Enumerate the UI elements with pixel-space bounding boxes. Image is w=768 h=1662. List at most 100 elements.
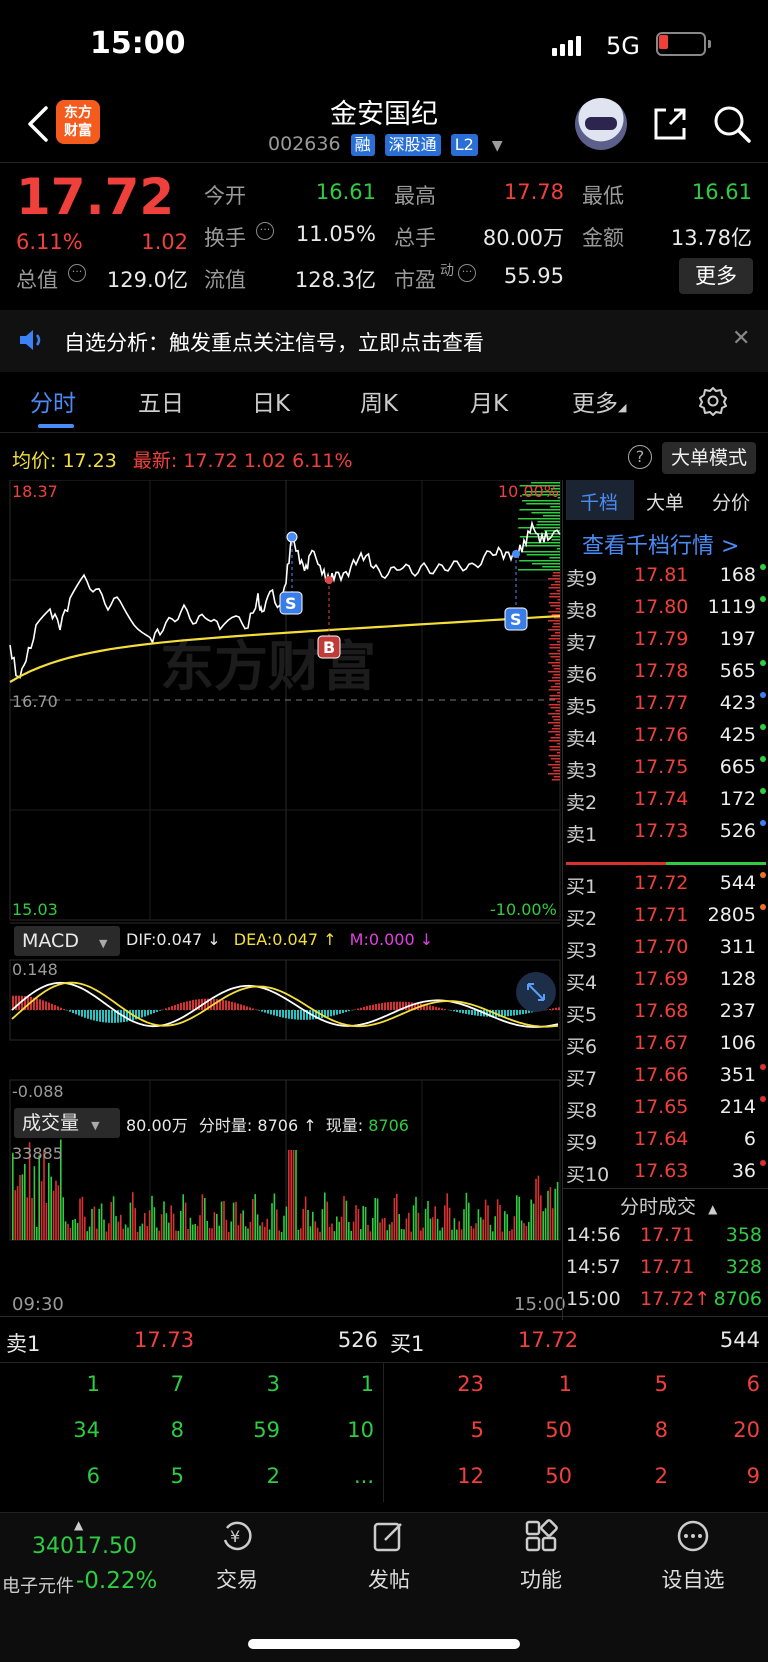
volume-bar: [276, 1209, 278, 1240]
info-icon[interactable]: ···: [68, 264, 86, 282]
ask-row[interactable]: 卖2 17.74 172: [566, 788, 768, 820]
bid-row[interactable]: 买6 17.67 106: [566, 1032, 768, 1064]
ask-row[interactable]: 卖3 17.75 665: [566, 756, 768, 788]
intraday-chart[interactable]: 东方财富 S B S: [0, 480, 566, 1320]
ask-label: 卖6: [566, 664, 598, 686]
macd-bar: [555, 1007, 557, 1010]
close-icon[interactable]: ✕: [732, 326, 750, 351]
depth-bar: [555, 683, 560, 685]
volume-bar: [364, 1207, 367, 1240]
more-button[interactable]: 更多: [679, 258, 753, 294]
ask-row[interactable]: 卖4 17.76 425: [566, 724, 768, 756]
bid-row[interactable]: 买9 17.64 6: [566, 1128, 768, 1160]
tab-monthly-k[interactable]: 月K: [470, 384, 508, 418]
bid-row[interactable]: 买5 17.68 237: [566, 1000, 768, 1032]
tab-daily-k[interactable]: 日K: [252, 384, 290, 418]
depth-bar: [548, 740, 560, 742]
macd-bar: [294, 1010, 296, 1020]
macd-bar: [264, 1010, 266, 1013]
tab-5day[interactable]: 五日: [138, 384, 184, 418]
queue-buy-order: 1: [558, 1372, 572, 1396]
depth-bar: [548, 680, 560, 682]
macd-bar: [36, 998, 38, 1010]
pct-max-label: 10.00%: [498, 482, 560, 501]
tab-depth[interactable]: 千档: [580, 488, 618, 515]
bid-row[interactable]: 买1 17.72 544: [566, 872, 768, 904]
volume-bar: [247, 1228, 249, 1240]
ask-row[interactable]: 卖1 17.73 526: [566, 820, 768, 852]
ask-row[interactable]: 卖7 17.79 197: [566, 628, 768, 660]
amount-value: 13.78亿: [670, 226, 752, 250]
nav-add-watchlist[interactable]: 设自选: [648, 1518, 738, 1594]
tab-weekly-k[interactable]: 周K: [360, 384, 398, 418]
bid-row[interactable]: 买7 17.66 351: [566, 1064, 768, 1096]
macd-bar: [93, 1010, 95, 1021]
macd-bar: [549, 1008, 551, 1010]
nav-trade[interactable]: ¥ 交易: [192, 1518, 282, 1594]
macd-bar: [183, 1002, 185, 1010]
volume-bar: [64, 1221, 67, 1240]
big-order-mode-button[interactable]: 大单模式: [662, 442, 756, 474]
macd-bar: [231, 1001, 233, 1010]
volume-bar: [508, 1231, 511, 1240]
volume-bar: [513, 1216, 516, 1240]
index-value[interactable]: 34017.50: [32, 1534, 137, 1559]
share-icon[interactable]: [650, 104, 690, 144]
ask-row[interactable]: 卖9 17.81 168: [566, 564, 768, 596]
volume-bar: [300, 1228, 302, 1240]
volume-bar: [468, 1202, 470, 1240]
index-name[interactable]: 电子元件: [2, 1572, 74, 1598]
nav-post[interactable]: 发帖: [344, 1518, 434, 1594]
stock-code-row[interactable]: 002636 融 深股通 L2 ▼: [268, 133, 503, 156]
macd-bar: [252, 1008, 254, 1010]
info-icon[interactable]: ···: [458, 264, 476, 282]
volume-bar: [492, 1231, 494, 1240]
depth-link[interactable]: 查看千档行情 >: [582, 528, 739, 560]
bid-label: 买8: [566, 1100, 598, 1122]
ask-row[interactable]: 卖6 17.78 565: [566, 660, 768, 692]
volume-bar: [172, 1213, 175, 1240]
info-icon[interactable]: ···: [256, 222, 274, 240]
mktcap-value: 129.0亿: [106, 268, 188, 292]
volume-bar: [69, 1228, 72, 1240]
bid-label: 买4: [566, 972, 598, 994]
ask-row[interactable]: 卖8 17.80 1119: [566, 596, 768, 628]
tab-big-order[interactable]: 大单: [646, 488, 684, 515]
ask-qty: 526: [719, 820, 756, 842]
search-icon[interactable]: [712, 104, 752, 144]
queue-buy-order: 5: [654, 1372, 668, 1396]
chevron-up-icon[interactable]: ▲: [74, 1518, 83, 1532]
home-indicator[interactable]: [248, 1639, 520, 1649]
bid-row[interactable]: 买2 17.71 2805: [566, 904, 768, 936]
macd-selector[interactable]: MACD ▼: [14, 926, 120, 956]
settings-icon[interactable]: [698, 386, 728, 416]
volume-bar: [388, 1224, 391, 1240]
tick-qty: 358: [725, 1224, 762, 1246]
tab-intraday[interactable]: 分时: [30, 384, 76, 418]
network-label: 5G: [606, 32, 640, 60]
volume-bar: [350, 1230, 352, 1240]
bid-row[interactable]: 买3 17.70 311: [566, 936, 768, 968]
tab-price-dist[interactable]: 分价: [712, 488, 750, 515]
speaker-icon: [20, 330, 41, 350]
bid-price: 17.65: [634, 1096, 689, 1118]
bid-row[interactable]: 买4 17.69 128: [566, 968, 768, 1000]
volume-bar: [256, 1214, 259, 1240]
depth-bar: [548, 704, 560, 706]
bid-row[interactable]: 买8 17.65 214: [566, 1096, 768, 1128]
nav-functions[interactable]: 功能: [496, 1518, 586, 1594]
volume-selector[interactable]: 成交量 ▼: [14, 1108, 120, 1138]
help-icon[interactable]: ?: [628, 445, 652, 469]
ticks-title[interactable]: 分时成交 ▲: [620, 1192, 717, 1219]
depth-bar: [548, 755, 560, 757]
macd-dea: DEA:0.047 ↑: [233, 930, 337, 949]
tick-time: 14:56: [566, 1224, 621, 1246]
volume-bar: [448, 1207, 451, 1240]
latest-value: 17.72: [183, 450, 238, 472]
depth-bar: [531, 512, 560, 514]
index-pct[interactable]: -0.22%: [76, 1568, 157, 1594]
tab-more[interactable]: 更多◢: [572, 384, 626, 418]
macd-bar: [99, 1010, 101, 1022]
volume-bar: [240, 1213, 242, 1240]
ask-row[interactable]: 卖5 17.77 423: [566, 692, 768, 724]
